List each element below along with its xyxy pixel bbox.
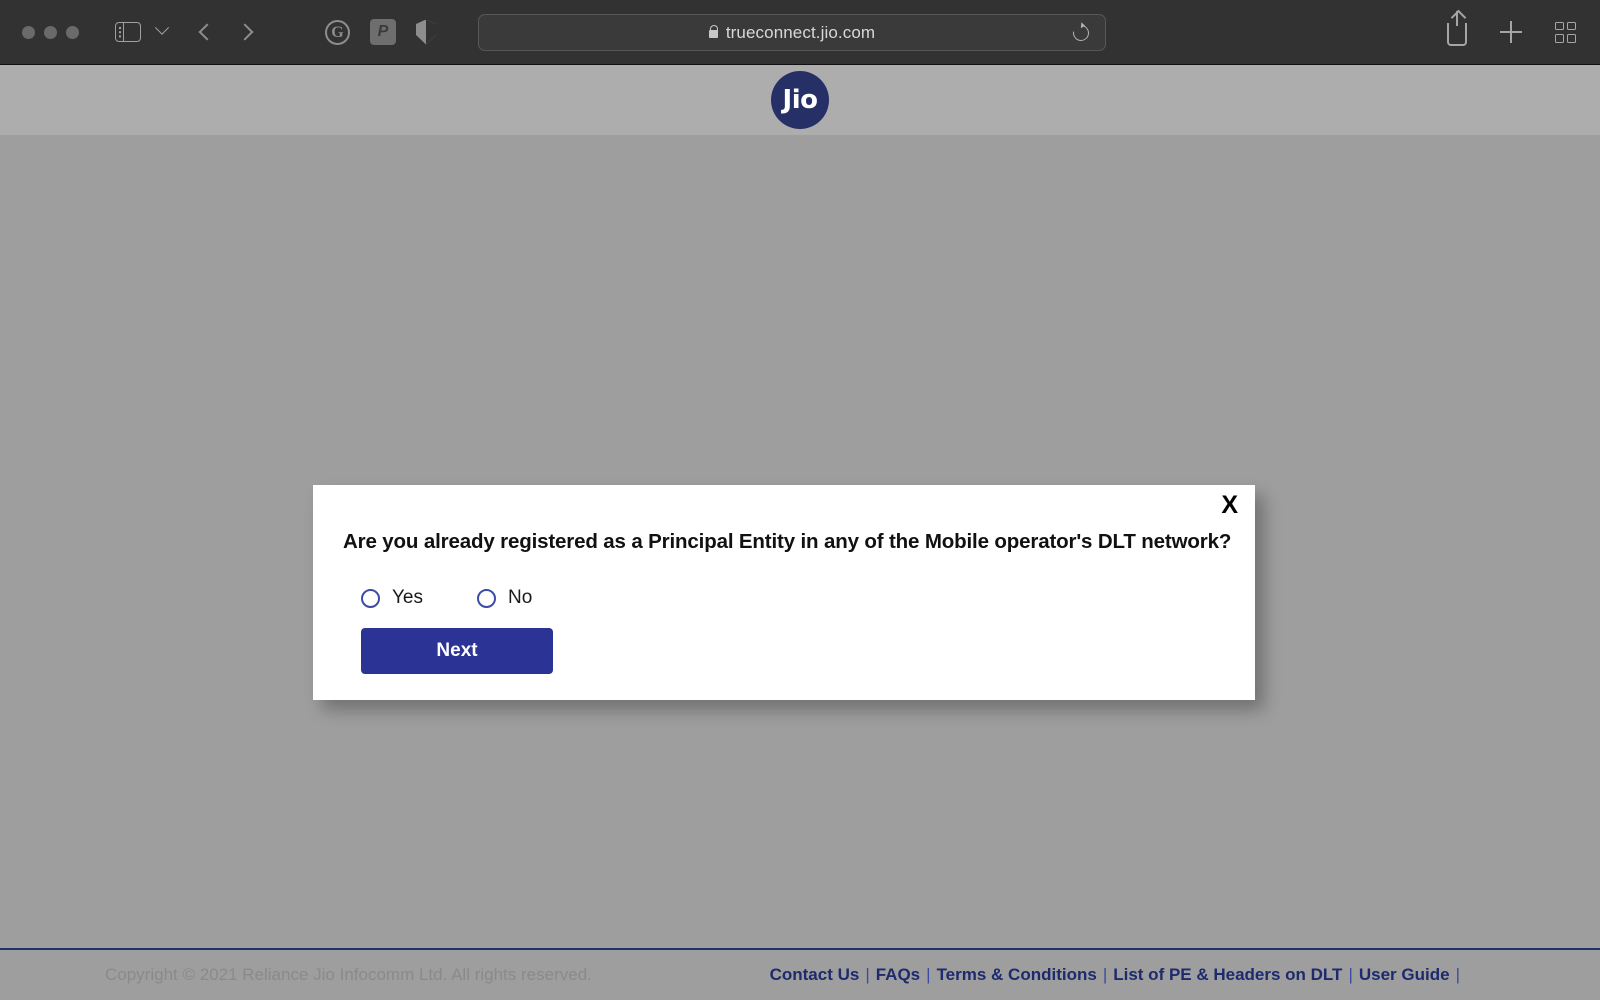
minimize-window-button[interactable] — [44, 25, 57, 39]
footer-links: Contact Us | FAQs | Terms & Conditions |… — [764, 965, 1460, 985]
padlock-icon — [708, 25, 719, 38]
tab-overview-cell — [1555, 33, 1564, 43]
footer-separator: | — [1455, 965, 1460, 984]
toolbar-right-actions — [1447, 11, 1576, 46]
tab-overview-cell — [1567, 33, 1576, 43]
extension-icons: G P — [325, 19, 436, 45]
page-body: X Are you already registered as a Princi… — [0, 135, 1600, 1000]
radio-circle-yes[interactable] — [361, 588, 380, 608]
next-button[interactable]: Next — [361, 628, 553, 674]
registration-radio-group: Yes No — [361, 587, 532, 609]
browser-toolbar: G P trueconnect.jio.com — [0, 0, 1600, 65]
site-footer: Copyright © 2021 Reliance Jio Infocomm L… — [0, 948, 1600, 1000]
forward-arrow-icon[interactable] — [236, 23, 254, 41]
radio-option-yes[interactable]: Yes — [361, 587, 423, 609]
sidebar-toggle-icon[interactable] — [115, 22, 141, 42]
address-bar[interactable]: trueconnect.jio.com — [478, 14, 1106, 51]
radio-option-no[interactable]: No — [477, 587, 532, 609]
footer-link-user-guide[interactable]: User Guide — [1353, 965, 1456, 985]
footer-link-terms-and-conditions[interactable]: Terms & Conditions — [931, 965, 1103, 985]
footer-link-list-of-pe-and-headers-on-dlt[interactable]: List of PE & Headers on DLT — [1107, 965, 1348, 985]
close-window-button[interactable] — [22, 25, 35, 39]
copyright-text: Copyright © 2021 Reliance Jio Infocomm L… — [105, 965, 592, 984]
radio-label-no: No — [508, 587, 533, 608]
sidebar-controls — [79, 20, 170, 42]
footer-link-contact-us[interactable]: Contact Us — [764, 965, 866, 985]
tab-overview-icon[interactable] — [1555, 21, 1576, 43]
tab-overview-cell — [1555, 21, 1564, 31]
radio-circle-no[interactable] — [477, 588, 496, 608]
site-header: Jio — [0, 65, 1600, 135]
honey-extension-icon[interactable]: P — [370, 19, 396, 45]
window-controls — [22, 25, 79, 39]
url-text: trueconnect.jio.com — [725, 22, 876, 42]
dlt-registration-dialog: X Are you already registered as a Princi… — [313, 485, 1255, 700]
dialog-question: Are you already registered as a Principa… — [343, 530, 1232, 553]
back-arrow-icon[interactable] — [198, 23, 216, 41]
chevron-down-icon[interactable] — [154, 20, 170, 35]
new-tab-button[interactable] — [1500, 21, 1522, 43]
tab-overview-cell — [1567, 21, 1576, 31]
browser-window: G P trueconnect.jio.com Jio X Are you al… — [0, 0, 1600, 1000]
privacy-shield-extension-icon[interactable] — [416, 19, 436, 45]
reload-icon[interactable] — [1069, 21, 1093, 44]
maximize-window-button[interactable] — [66, 25, 79, 39]
page-content: Jio X Are you already registered as a Pr… — [0, 65, 1600, 1000]
grammarly-extension-icon[interactable]: G — [325, 19, 350, 45]
footer-link-faqs[interactable]: FAQs — [870, 965, 926, 985]
radio-label-yes: Yes — [392, 587, 423, 608]
url-display: trueconnect.jio.com — [708, 22, 876, 43]
share-icon[interactable] — [1447, 11, 1467, 46]
close-dialog-button[interactable]: X — [1221, 493, 1238, 518]
jio-logo[interactable]: Jio — [771, 71, 829, 129]
navigation-arrows — [198, 23, 254, 41]
